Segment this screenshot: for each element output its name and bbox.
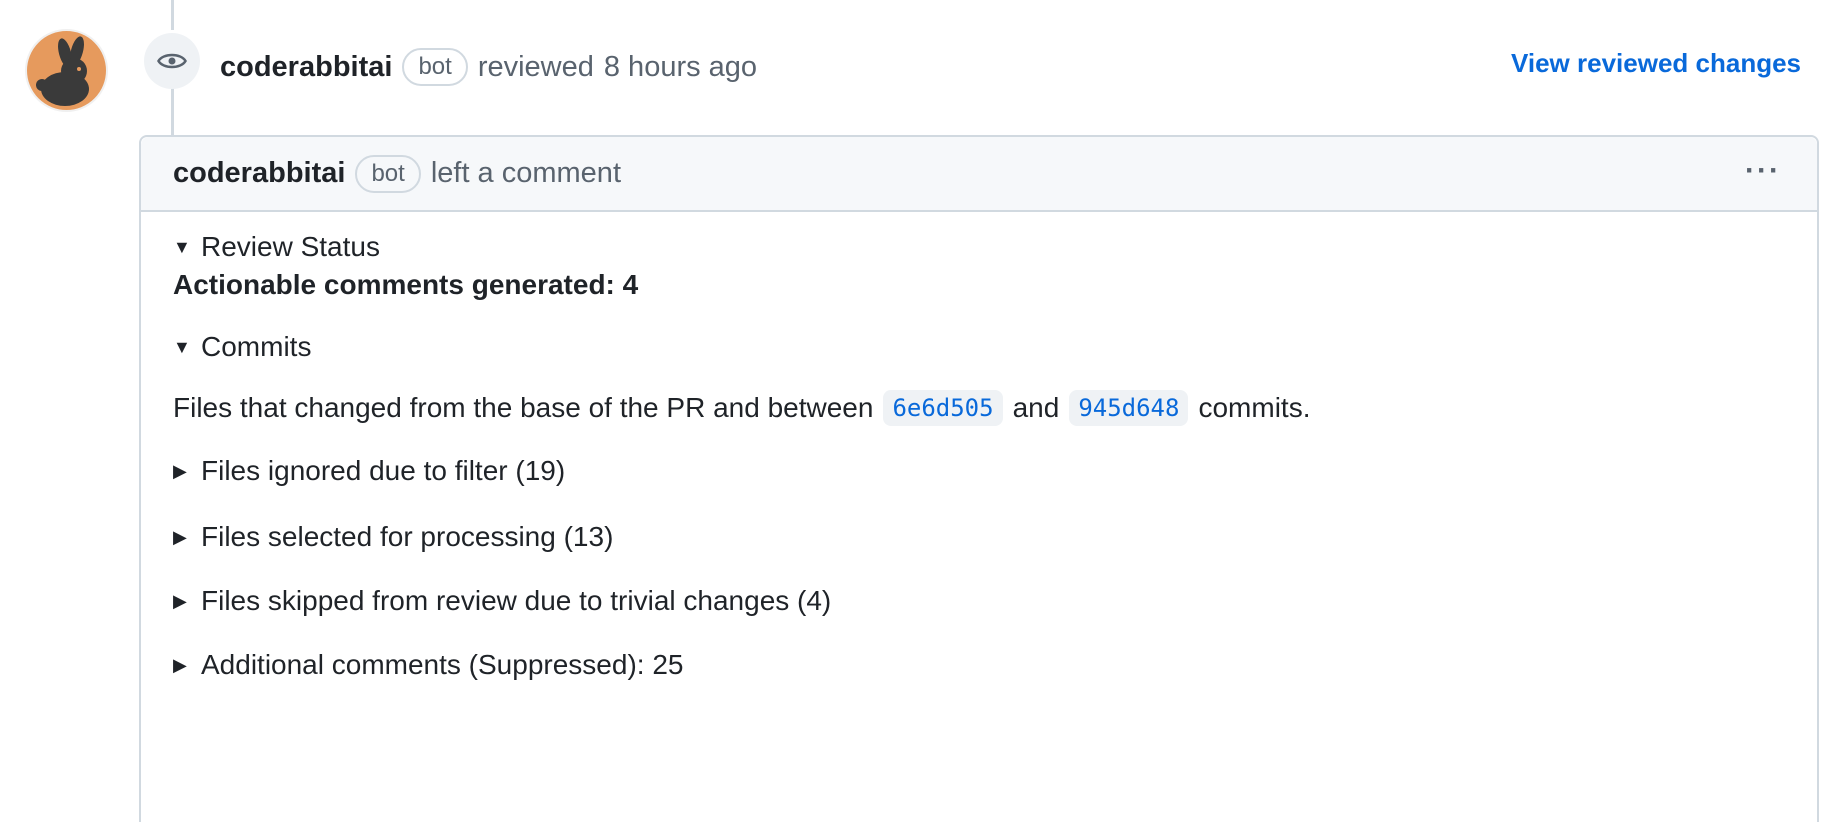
eye-badge [144, 33, 200, 89]
actionable-comments-text: Actionable comments generated: 4 [173, 269, 639, 300]
review-author-link[interactable]: coderabbitai [220, 51, 392, 84]
review-status-summary[interactable]: ▼ Review Status [173, 231, 380, 263]
files-changed-text: Files that changed from the base of the … [173, 390, 1310, 426]
rabbit-avatar-icon [36, 36, 89, 106]
triangle-down-icon: ▼ [173, 336, 191, 357]
avatar[interactable] [25, 29, 108, 112]
comment-header: coderabbitai bot left a comment ··· [141, 137, 1817, 212]
comment-author-link[interactable]: coderabbitai [173, 157, 345, 190]
comment-action: left a comment [430, 157, 621, 189]
triangle-right-icon: ▶ [173, 654, 187, 675]
additional-comments-summary[interactable]: ▶ Additional comments (Suppressed): 25 [173, 649, 683, 681]
commits-summary[interactable]: ▼ Commits [173, 331, 311, 363]
comment-box: coderabbitai bot left a comment ··· ▼ Re… [139, 135, 1819, 822]
triangle-right-icon: ▶ [173, 460, 187, 481]
pull-request-timeline: coderabbitai bot reviewed 8 hours ago Vi… [0, 0, 1824, 822]
triangle-right-icon: ▶ [173, 590, 187, 611]
eye-icon [157, 53, 187, 69]
files-selected-summary[interactable]: ▶ Files selected for processing (13) [173, 521, 613, 553]
bot-badge: bot [402, 48, 468, 86]
timeline-line [171, 88, 174, 136]
timeline-line [171, 0, 174, 30]
triangle-down-icon: ▼ [173, 236, 191, 257]
review-action: reviewed [477, 50, 594, 83]
commit-link-b[interactable]: 945d648 [1069, 390, 1189, 426]
triangle-right-icon: ▶ [173, 526, 187, 547]
review-time-link[interactable]: 8 hours ago [604, 51, 757, 84]
kebab-horizontal-icon[interactable]: ··· [1745, 156, 1781, 186]
files-ignored-summary[interactable]: ▶ Files ignored due to filter (19) [173, 455, 565, 487]
view-reviewed-changes-link[interactable]: View reviewed changes [1511, 48, 1801, 79]
files-skipped-summary[interactable]: ▶ Files skipped from review due to trivi… [173, 585, 831, 617]
bot-badge: bot [355, 154, 421, 193]
review-header: coderabbitai bot reviewed 8 hours ago [220, 44, 757, 90]
commit-link-a[interactable]: 6e6d505 [883, 390, 1003, 426]
